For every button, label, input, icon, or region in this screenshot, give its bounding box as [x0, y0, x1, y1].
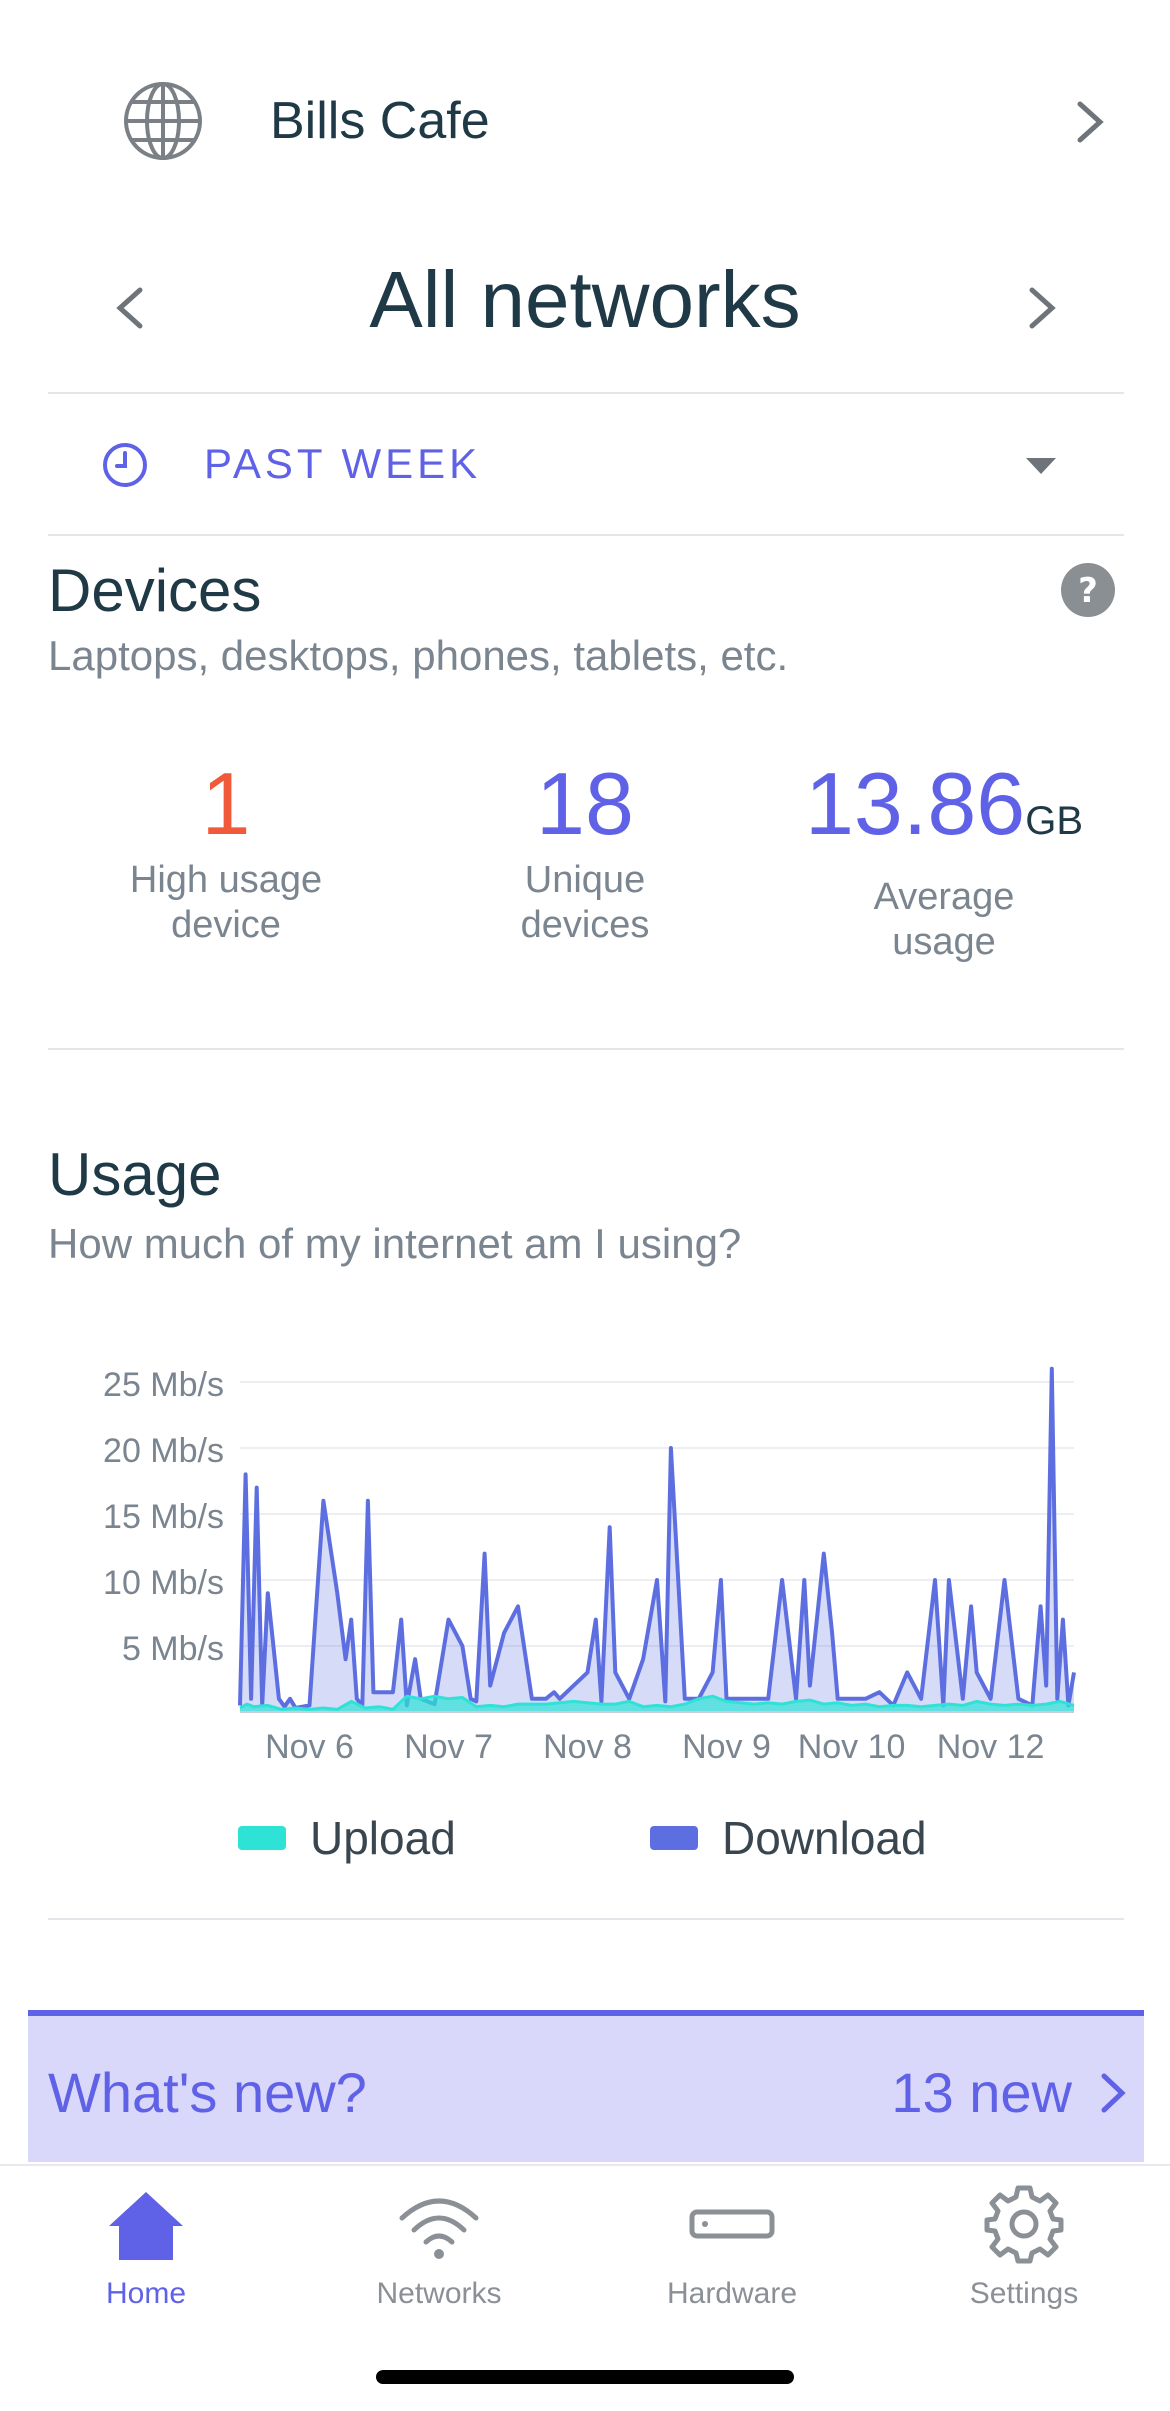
- y-tick-label: 20 Mb/s: [103, 1432, 224, 1470]
- legend-label-upload: Upload: [310, 1812, 456, 1864]
- x-tick-label: Nov 7: [404, 1728, 493, 1760]
- y-tick-label: 10 Mb/s: [103, 1564, 224, 1602]
- tab-bar: Home Networks Hardware Settings: [0, 2164, 1170, 2334]
- organization-row[interactable]: Bills Cafe: [0, 60, 1170, 190]
- usage-subtitle: How much of my internet am I using?: [48, 1220, 742, 1267]
- stat-average-usage[interactable]: 13.86GB Average usage: [764, 754, 1124, 965]
- divider: [48, 534, 1124, 536]
- hardware-icon: [689, 2209, 775, 2239]
- gear-icon: [984, 2185, 1064, 2264]
- tab-networks[interactable]: Networks: [339, 2184, 539, 2324]
- x-tick-label: Nov 8: [543, 1728, 632, 1760]
- organization-name: Bills Cafe: [270, 92, 490, 150]
- chevron-right-icon: [1077, 101, 1104, 143]
- time-range-selector[interactable]: PAST WEEK: [0, 396, 1170, 532]
- time-range-label: PAST WEEK: [204, 440, 482, 487]
- home-icon: [109, 2192, 183, 2260]
- tab-hardware[interactable]: Hardware: [632, 2184, 832, 2324]
- x-tick-label: Nov 10: [798, 1728, 906, 1760]
- tab-label: Settings: [969, 2277, 1079, 2310]
- y-tick-label: 5 Mb/s: [122, 1630, 224, 1668]
- x-tick-label: Nov 6: [265, 1728, 354, 1760]
- stat-high-usage[interactable]: 1 High usage device: [46, 754, 406, 948]
- legend-swatch-upload: [238, 1826, 286, 1850]
- stat-unit: GB: [1025, 799, 1083, 843]
- divider: [48, 1918, 1124, 1920]
- network-switcher: All networks: [0, 240, 1170, 350]
- network-title: All networks: [369, 255, 801, 344]
- divider: [48, 392, 1124, 394]
- whats-new-title: What's new?: [48, 2061, 367, 2124]
- stat-value: 13.86GB: [804, 754, 1083, 853]
- devices-title: Devices: [48, 557, 262, 624]
- tab-home[interactable]: Home: [46, 2184, 246, 2324]
- usage-title: Usage: [48, 1141, 222, 1208]
- stat-label: Average usage: [873, 876, 1015, 963]
- whats-new-count: 13 new: [891, 2061, 1072, 2124]
- caret-down-icon: [1026, 458, 1056, 474]
- y-tick-label: 25 Mb/s: [103, 1366, 224, 1404]
- legend-label-download: Download: [722, 1812, 927, 1864]
- legend-swatch-download: [650, 1826, 698, 1850]
- home-indicator: [376, 2370, 794, 2384]
- stat-value: 18: [536, 754, 634, 853]
- wifi-icon: [399, 2198, 479, 2259]
- tab-label: Home: [105, 2277, 187, 2310]
- stat-value: 1: [201, 754, 251, 853]
- chevron-right-icon[interactable]: [1024, 286, 1060, 330]
- usage-chart-svg: 25 Mb/s 20 Mb/s 15 Mb/s 10 Mb/s 5 Mb/s Nov 6 N…: [103, 1366, 1076, 1766]
- devices-subtitle: Laptops, desktops, phones, tablets, etc.: [48, 632, 789, 679]
- usage-chart[interactable]: 25 Mb/s 20 Mb/s 15 Mb/s 10 Mb/s 5 Mb/s Nov 6 N…: [0, 1340, 1170, 1766]
- svg-text:?: ?: [1078, 571, 1098, 611]
- chevron-right-icon: [1101, 2073, 1126, 2113]
- y-tick-label: 15 Mb/s: [103, 1498, 224, 1536]
- stat-label: High usage device: [129, 859, 323, 946]
- globe-icon: [124, 82, 202, 160]
- whats-new-banner[interactable]: What's new? 13 new: [28, 2010, 1144, 2162]
- x-tick-label: Nov 9: [682, 1728, 771, 1760]
- divider: [48, 1048, 1124, 1050]
- tab-label: Hardware: [666, 2277, 798, 2310]
- stat-label: Unique devices: [520, 859, 650, 946]
- x-tick-label: Nov 12: [937, 1728, 1045, 1760]
- help-icon[interactable]: ?: [1060, 562, 1116, 618]
- tab-settings[interactable]: Settings: [924, 2184, 1124, 2324]
- stat-unique-devices[interactable]: 18 Unique devices: [405, 754, 765, 948]
- clock-icon: [103, 443, 147, 487]
- tab-label: Networks: [376, 2277, 502, 2310]
